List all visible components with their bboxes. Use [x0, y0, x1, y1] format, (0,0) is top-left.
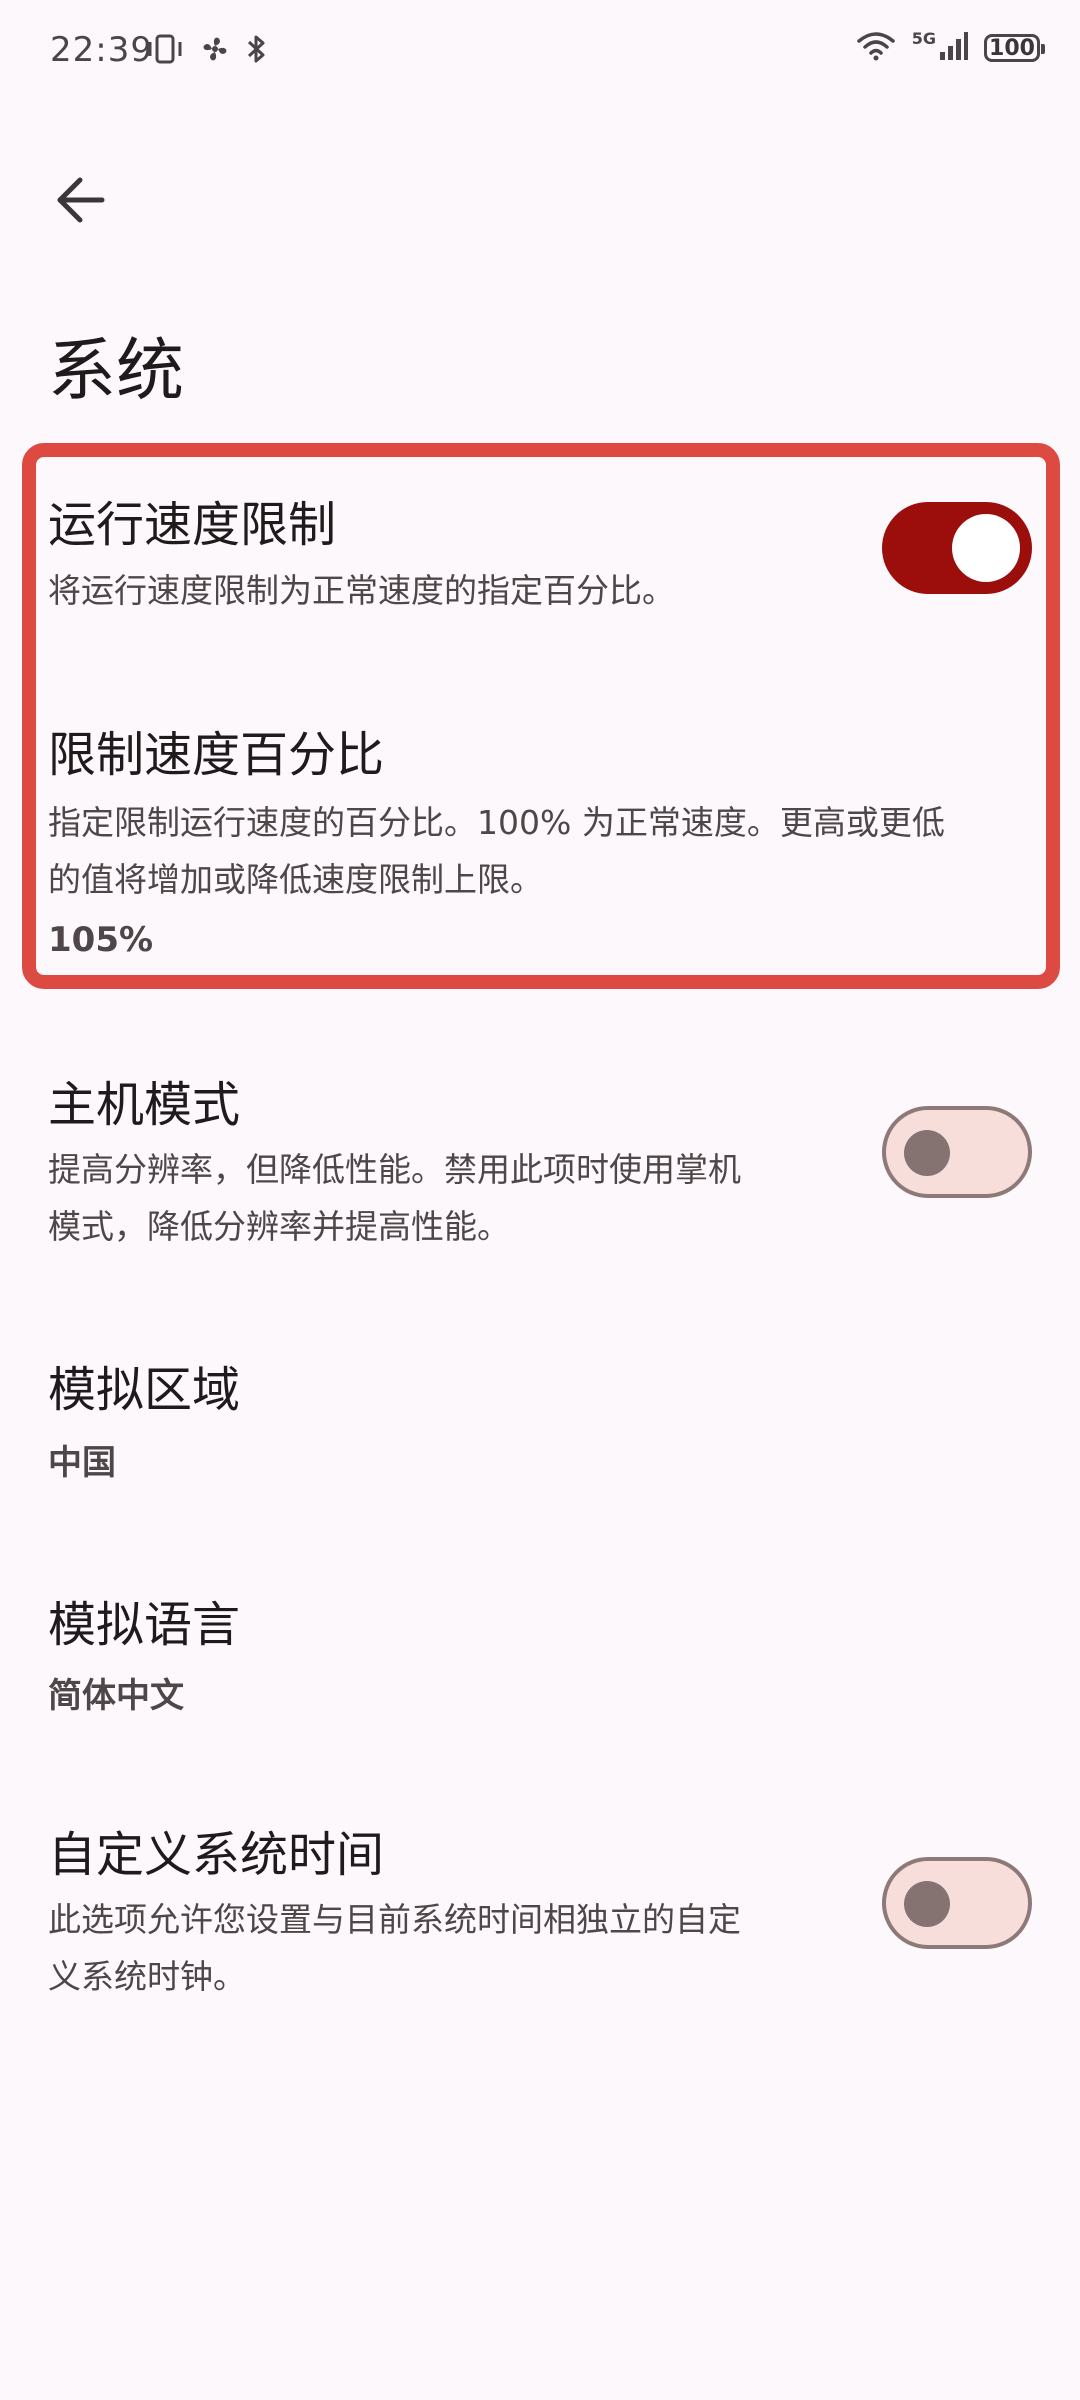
status-right-icons: 5G 100: [856, 28, 1045, 66]
docked-mode-description-line2: 模式，降低分辨率并提高性能。: [48, 1207, 510, 1246]
wifi-icon: [856, 30, 896, 66]
language-title: 模拟语言: [48, 1597, 241, 1653]
status-time: 22:39: [50, 30, 153, 70]
page-title: 系统: [48, 332, 185, 411]
switch-thumb: [904, 1130, 950, 1176]
speed-percent-description-line2: 的值将增加或降低速度限制上限。: [48, 860, 543, 899]
vibrate-icon: [145, 33, 185, 69]
switch-thumb: [904, 1881, 950, 1927]
back-button[interactable]: [38, 160, 122, 244]
custom-rtc-description-line1: 此选项允许您设置与目前系统时间相独立的自定: [48, 1900, 741, 1939]
docked-mode-title: 主机模式: [48, 1077, 241, 1133]
language-value: 简体中文: [48, 1676, 184, 1716]
region-title: 模拟区域: [48, 1362, 241, 1418]
docked-mode-description-line1: 提高分辨率，但降低性能。禁用此项时使用掌机: [48, 1150, 741, 1189]
signal-icon: [938, 30, 968, 66]
status-bar: 22:39 5G 100: [0, 0, 1080, 100]
speed-limit-description: 将运行速度限制为正常速度的指定百分比。: [48, 571, 675, 610]
speed-percent-value: 105%: [48, 920, 154, 960]
switch-thumb: [952, 514, 1020, 582]
status-left-icons: [145, 33, 269, 69]
speed-limit-switch[interactable]: [882, 502, 1032, 594]
speed-limit-title: 运行速度限制: [48, 497, 337, 553]
battery-icon: 100: [984, 34, 1045, 62]
network-label: 5G: [911, 28, 936, 48]
fan-icon: [199, 33, 231, 69]
speed-percent-title: 限制速度百分比: [48, 727, 385, 783]
region-value: 中国: [48, 1443, 116, 1483]
bluetooth-icon: [245, 33, 269, 69]
custom-rtc-switch[interactable]: [882, 1857, 1032, 1949]
docked-mode-switch[interactable]: [882, 1106, 1032, 1198]
speed-percent-description-line1: 指定限制运行速度的百分比。100% 为正常速度。更高或更低: [48, 803, 945, 842]
arrow-left-icon: [52, 172, 108, 232]
custom-rtc-description-line2: 义系统时钟。: [48, 1957, 246, 1996]
custom-rtc-title: 自定义系统时间: [48, 1827, 385, 1883]
